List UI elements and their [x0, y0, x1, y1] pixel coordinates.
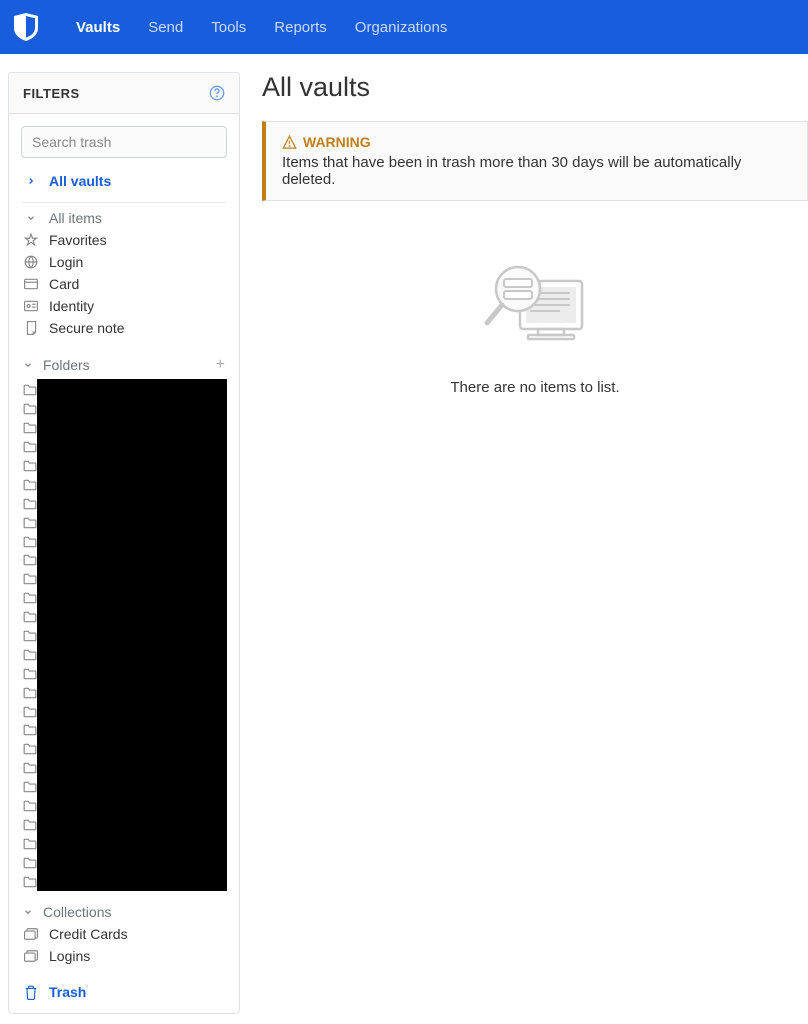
globe-icon	[23, 255, 39, 269]
nav-links: Vaults Send Tools Reports Organizations	[62, 3, 461, 52]
trash-icon	[23, 985, 39, 1000]
app-logo	[12, 13, 40, 41]
nav-tools[interactable]: Tools	[197, 3, 260, 52]
top-nav: Vaults Send Tools Reports Organizations	[0, 0, 808, 54]
empty-illustration	[262, 261, 808, 361]
filters-title: FILTERS	[23, 86, 80, 101]
filters-header: FILTERS	[9, 73, 239, 114]
folders-list	[9, 379, 239, 891]
empty-state: There are no items to list.	[262, 241, 808, 416]
nav-organizations[interactable]: Organizations	[341, 3, 462, 52]
redacted-folders	[37, 379, 227, 891]
filter-identity[interactable]: Identity	[21, 295, 227, 317]
nav-reports[interactable]: Reports	[260, 3, 341, 52]
warning-body: Items that have been in trash more than …	[282, 154, 791, 188]
warning-callout: WARNING Items that have been in trash mo…	[262, 121, 808, 201]
collection-icon	[23, 928, 39, 940]
collection-icon	[23, 950, 39, 962]
warning-icon	[282, 135, 297, 150]
chevron-right-icon	[23, 176, 39, 186]
collections-header[interactable]: Collections	[21, 901, 227, 923]
star-icon	[23, 233, 39, 247]
filter-favorites[interactable]: Favorites	[21, 229, 227, 251]
page-title: All vaults	[262, 72, 808, 103]
filter-login[interactable]: Login	[21, 251, 227, 273]
chevron-down-icon	[23, 360, 33, 370]
add-folder-button[interactable]: +	[216, 356, 225, 374]
help-icon[interactable]	[209, 85, 225, 101]
main-content: All vaults WARNING Items that have been …	[240, 72, 808, 1014]
chevron-down-icon	[23, 213, 39, 223]
filter-trash[interactable]: Trash	[21, 981, 227, 1003]
folders-header[interactable]: Folders +	[21, 353, 227, 377]
collection-credit-cards[interactable]: Credit Cards	[21, 923, 227, 945]
note-icon	[23, 321, 39, 335]
nav-vaults[interactable]: Vaults	[62, 3, 134, 52]
nav-send[interactable]: Send	[134, 3, 197, 52]
filter-all-items[interactable]: All items	[21, 207, 227, 229]
filter-all-vaults[interactable]: All vaults	[21, 170, 227, 192]
empty-text: There are no items to list.	[262, 379, 808, 396]
chevron-down-icon	[23, 907, 33, 917]
filter-card[interactable]: Card	[21, 273, 227, 295]
filter-secure-note[interactable]: Secure note	[21, 317, 227, 339]
card-icon	[23, 278, 39, 290]
search-input[interactable]	[21, 126, 227, 158]
warning-heading: WARNING	[303, 134, 371, 150]
collection-logins[interactable]: Logins	[21, 945, 227, 967]
id-icon	[23, 300, 39, 312]
filters-sidebar: FILTERS All vaults All items	[8, 72, 240, 1014]
